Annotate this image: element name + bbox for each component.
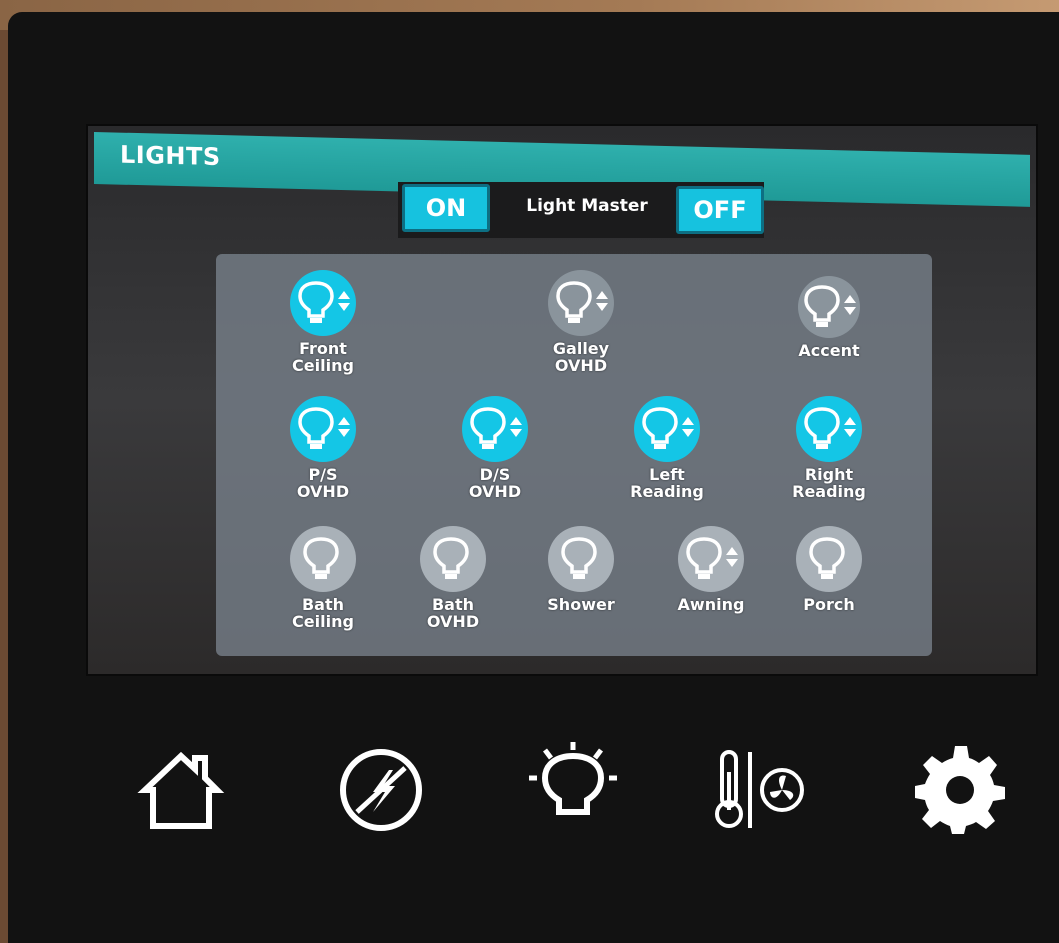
- lightbulb-glyph: [303, 537, 339, 579]
- dim-up-arrow: [844, 417, 856, 425]
- light-bath-ceiling[interactable]: Bath Ceiling: [268, 526, 378, 630]
- dim-down-arrow: [510, 429, 522, 437]
- light-label: Right Reading: [792, 465, 866, 501]
- light-master-bar: ON Light Master OFF: [398, 182, 764, 238]
- bulb-icon: [420, 526, 486, 592]
- lightbulb-glyph: [686, 537, 738, 579]
- lightbulb-glyph: [561, 537, 597, 579]
- bulb-dimmable-icon: [796, 396, 862, 462]
- lightbulb-glyph: [804, 407, 856, 449]
- bulb-icon: [290, 526, 356, 592]
- home-icon: [137, 751, 225, 829]
- bulb-dimmable-icon: [290, 270, 356, 336]
- bulb-dimmable-icon: [462, 396, 528, 462]
- light-label: Front Ceiling: [292, 339, 354, 375]
- light-label: Bath OVHD: [426, 595, 480, 631]
- light-label: Porch: [803, 595, 855, 614]
- lightbulb-glyph: [470, 407, 522, 449]
- light-label: Bath Ceiling: [292, 595, 354, 631]
- touch-screen: LIGHTS ON Light Master OFF Front Ceiling…: [86, 124, 1038, 676]
- light-label: Shower: [547, 595, 615, 614]
- lightbulb-glyph: [642, 407, 694, 449]
- lightbulb-glyph: [433, 537, 469, 579]
- bulb-dimmable-icon: [798, 276, 860, 338]
- bulb-icon: [796, 526, 862, 592]
- light-ds-ovhd[interactable]: D/S OVHD: [440, 396, 550, 500]
- light-label: Awning: [677, 595, 745, 614]
- light-label: Accent: [798, 341, 860, 360]
- dim-up-arrow: [338, 417, 350, 425]
- power-icon: [340, 749, 422, 831]
- lightbulb-glyph: [556, 281, 608, 323]
- bulb-dimmable-icon: [290, 396, 356, 462]
- dim-down-arrow: [726, 559, 738, 567]
- lightbulb-glyph: [804, 285, 856, 327]
- dim-down-arrow: [338, 429, 350, 437]
- lights-button[interactable]: [518, 740, 628, 840]
- light-label: Galley OVHD: [552, 339, 610, 375]
- bottom-nav: [100, 740, 1040, 840]
- bulb-icon: [548, 526, 614, 592]
- climate-button[interactable]: [710, 740, 820, 840]
- settings-button[interactable]: [906, 740, 1016, 840]
- light-master-label: Light Master: [526, 196, 648, 216]
- home-button[interactable]: [126, 740, 236, 840]
- dim-up-arrow: [596, 291, 608, 299]
- light-bath-ovhd[interactable]: Bath OVHD: [398, 526, 508, 630]
- master-off-button[interactable]: OFF: [676, 186, 764, 234]
- light-shower[interactable]: Shower: [526, 526, 636, 613]
- lightbulb-glyph: [298, 407, 350, 449]
- dim-down-arrow: [844, 307, 856, 315]
- dim-down-arrow: [596, 303, 608, 311]
- light-porch[interactable]: Porch: [774, 526, 884, 613]
- bulb-dimmable-icon: [634, 396, 700, 462]
- light-awning[interactable]: Awning: [656, 526, 766, 613]
- light-front-ceiling[interactable]: Front Ceiling: [268, 270, 378, 374]
- light-right-reading[interactable]: Right Reading: [774, 396, 884, 500]
- dim-up-arrow: [682, 417, 694, 425]
- lightbulb-glyph: [298, 281, 350, 323]
- page-title: LIGHTS: [120, 140, 221, 172]
- light-ps-ovhd[interactable]: P/S OVHD: [268, 396, 378, 500]
- lightbulb-icon: [529, 742, 617, 815]
- dim-down-arrow: [682, 429, 694, 437]
- light-left-reading[interactable]: Left Reading: [612, 396, 722, 500]
- power-button[interactable]: [326, 740, 436, 840]
- climate-icon: [715, 750, 804, 828]
- light-accent[interactable]: Accent: [774, 276, 884, 359]
- light-label: Left Reading: [630, 465, 704, 501]
- bulb-dimmable-icon: [548, 270, 614, 336]
- dim-up-arrow: [338, 291, 350, 299]
- lights-panel: Front Ceiling Galley OVHD Accent P/S OVH…: [216, 254, 932, 656]
- lightbulb-glyph: [809, 537, 845, 579]
- master-on-button[interactable]: ON: [402, 184, 490, 232]
- dim-up-arrow: [510, 417, 522, 425]
- dim-up-arrow: [844, 295, 856, 303]
- gear-icon: [915, 746, 1005, 834]
- dim-down-arrow: [338, 303, 350, 311]
- light-label: P/S OVHD: [296, 465, 350, 501]
- light-galley-ovhd[interactable]: Galley OVHD: [526, 270, 636, 374]
- bulb-dimmable-icon: [678, 526, 744, 592]
- light-label: D/S OVHD: [468, 465, 522, 501]
- dim-down-arrow: [844, 429, 856, 437]
- dim-up-arrow: [726, 547, 738, 555]
